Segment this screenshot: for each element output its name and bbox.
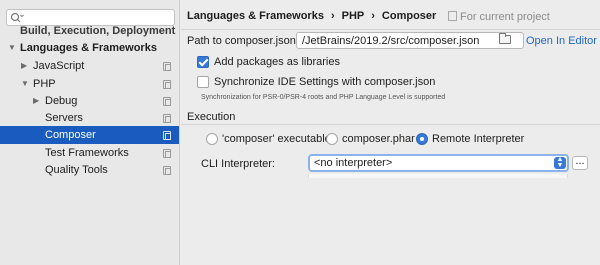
- composer-phar-radio[interactable]: [326, 133, 338, 145]
- composer-executable-label: 'composer' executable: [222, 133, 331, 145]
- add-packages-checkbox[interactable]: [197, 56, 209, 68]
- project-scope-icon: [163, 149, 171, 158]
- sync-ide-label: Synchronize IDE Settings with composer.j…: [214, 76, 436, 88]
- breadcrumb-item[interactable]: Languages & Frameworks: [187, 10, 324, 22]
- composer-executable-radio[interactable]: [206, 133, 218, 145]
- cli-interpreter-select[interactable]: <no interpreter> ▲ ▼: [308, 154, 569, 172]
- search-icon: [10, 12, 24, 23]
- scope-text: For current project: [460, 11, 550, 23]
- project-scope-icon: [448, 11, 457, 21]
- open-in-editor-link[interactable]: Open In Editor: [526, 35, 597, 47]
- expand-arrow-icon[interactable]: ▼: [21, 75, 29, 93]
- dropdown-shadow: [308, 174, 568, 178]
- sidebar-item-composer[interactable]: Composer: [0, 126, 179, 144]
- header-divider: [181, 29, 600, 30]
- remote-interpreter-label: Remote Interpreter: [432, 133, 525, 145]
- sync-ide-checkbox[interactable]: [197, 76, 209, 88]
- sidebar-item-javascript[interactable]: ▶ JavaScript: [0, 57, 179, 75]
- breadcrumb-separator: ›: [330, 10, 335, 22]
- sidebar-item-test-frameworks[interactable]: Test Frameworks: [0, 144, 179, 162]
- sidebar-item-quality-tools[interactable]: Quality Tools: [0, 161, 179, 179]
- sidebar-item-label: Languages & Frameworks: [20, 42, 157, 54]
- breadcrumb-item: Composer: [381, 10, 437, 22]
- path-value: /JetBrains/2019.2/src/composer.json: [302, 35, 480, 47]
- sidebar-item-label: Quality Tools: [45, 164, 108, 176]
- execution-section-title: Execution: [187, 111, 236, 123]
- sidebar-item-label: Debug: [45, 95, 78, 107]
- scope-label: For current project: [448, 11, 550, 23]
- settings-sidebar: Build, Execution, Deployment ▼ Languages…: [0, 0, 180, 265]
- cli-interpreter-label: CLI Interpreter:: [201, 158, 275, 170]
- collapse-arrow-icon[interactable]: ▶: [33, 92, 39, 110]
- sidebar-item-languages-frameworks[interactable]: ▼ Languages & Frameworks: [0, 39, 179, 57]
- sidebar-item-label: PHP: [33, 78, 56, 90]
- sidebar-item-label: Servers: [45, 112, 83, 124]
- breadcrumb: Languages & Frameworks › PHP › Composer: [187, 10, 436, 22]
- sidebar-item-build-execution-deployment[interactable]: Build, Execution, Deployment: [20, 25, 175, 37]
- section-divider: [181, 124, 600, 125]
- folder-icon[interactable]: [499, 33, 511, 44]
- project-scope-icon: [163, 62, 171, 71]
- composer-json-path-field[interactable]: /JetBrains/2019.2/src/composer.json: [296, 32, 524, 49]
- expand-arrow-icon[interactable]: ▼: [8, 39, 16, 57]
- more-button[interactable]: ...: [572, 156, 588, 170]
- breadcrumb-separator: ›: [371, 10, 375, 22]
- sidebar-item-label: JavaScript: [33, 60, 85, 72]
- add-packages-label: Add packages as libraries: [214, 56, 340, 68]
- search-input[interactable]: [6, 9, 175, 26]
- sidebar-item-servers[interactable]: Servers: [0, 109, 179, 127]
- breadcrumb-item[interactable]: PHP: [342, 10, 365, 22]
- project-scope-icon: [163, 114, 171, 123]
- project-scope-icon: [163, 166, 171, 175]
- sidebar-item-php[interactable]: ▼ PHP: [0, 75, 179, 93]
- chevron-up-down-icon[interactable]: ▲ ▼: [554, 156, 566, 169]
- cli-interpreter-value: <no interpreter>: [314, 157, 393, 169]
- sidebar-item-debug[interactable]: ▶ Debug: [0, 92, 179, 110]
- sidebar-item-label: Composer: [45, 129, 96, 141]
- settings-content: Languages & Frameworks › PHP › Composer For …: [181, 0, 600, 265]
- sidebar-item-label: Test Frameworks: [45, 147, 129, 159]
- remote-interpreter-radio[interactable]: [416, 133, 428, 145]
- composer-phar-label: composer.phar: [342, 133, 415, 145]
- project-scope-icon: [163, 97, 171, 106]
- project-scope-icon: [163, 131, 171, 140]
- collapse-arrow-icon[interactable]: ▶: [21, 57, 27, 75]
- project-scope-icon: [163, 80, 171, 89]
- sync-hint: Synchronization for PSR-0/PSR-4 roots an…: [201, 94, 446, 101]
- path-label: Path to composer.json:: [187, 35, 299, 47]
